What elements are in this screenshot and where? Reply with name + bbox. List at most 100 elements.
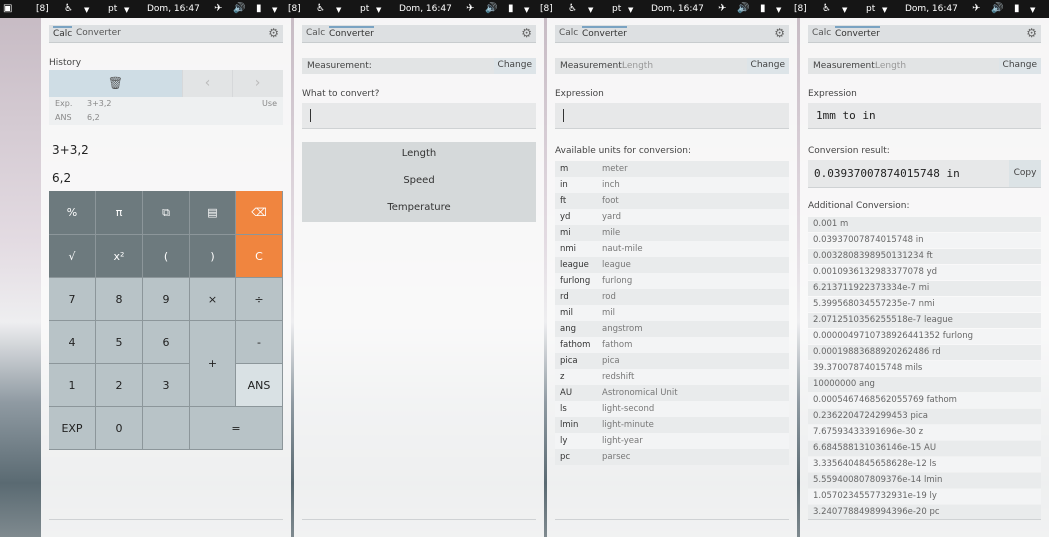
backspace-icon[interactable]: ⌫ bbox=[236, 191, 283, 235]
unit-symbol: fathom bbox=[560, 340, 591, 350]
clock[interactable]: Dom, 16:47 bbox=[147, 3, 200, 15]
history-value: 3+3,2 bbox=[87, 99, 112, 108]
conversion-row: 6.213711922373334e-7 mi bbox=[808, 281, 1041, 296]
unit-name: mil bbox=[602, 308, 616, 318]
text-cursor bbox=[310, 109, 311, 122]
zero-button[interactable]: 0 bbox=[96, 407, 143, 450]
airplane-icon[interactable]: ✈ bbox=[972, 2, 980, 15]
lparen-button[interactable]: ( bbox=[143, 235, 190, 278]
copy-icon[interactable]: ⧉ bbox=[143, 191, 190, 235]
minus-button[interactable]: - bbox=[236, 321, 283, 364]
use-button[interactable]: Use bbox=[262, 99, 277, 108]
tab-calc[interactable]: Calc bbox=[53, 26, 73, 39]
convert-input[interactable] bbox=[302, 103, 536, 129]
tab-converter[interactable]: Converter bbox=[835, 26, 880, 39]
history-row[interactable]: ANS 6,2 bbox=[49, 111, 283, 125]
chevron-down-icon[interactable]: ▼ bbox=[882, 4, 887, 17]
change-button[interactable]: Change bbox=[998, 58, 1041, 74]
six-button[interactable]: 6 bbox=[143, 321, 190, 364]
history-row[interactable]: Exp. 3+3,2 Use bbox=[49, 97, 283, 111]
chevron-down-icon[interactable]: ▼ bbox=[84, 4, 89, 17]
chevron-down-icon[interactable]: ▼ bbox=[1030, 4, 1035, 17]
tab-converter[interactable]: Converter bbox=[329, 26, 374, 39]
rparen-button[interactable]: ) bbox=[190, 235, 236, 278]
ans-button[interactable]: ANS bbox=[236, 364, 283, 407]
airplane-icon[interactable]: ✈ bbox=[214, 2, 222, 15]
volume-icon[interactable]: 🔊 bbox=[991, 2, 1003, 15]
chevron-down-icon[interactable]: ▼ bbox=[336, 4, 341, 17]
chevron-down-icon[interactable]: ▼ bbox=[842, 4, 847, 17]
gear-icon[interactable]: ⚙ bbox=[268, 26, 279, 40]
copy-button[interactable]: Copy bbox=[1009, 160, 1041, 187]
accessibility-icon[interactable]: ♿ bbox=[64, 2, 73, 15]
tab-converter[interactable]: Converter bbox=[76, 28, 121, 38]
tab-calc[interactable]: Calc bbox=[306, 28, 325, 38]
accessibility-icon[interactable]: ♿ bbox=[568, 2, 577, 15]
chevron-down-icon[interactable]: ▼ bbox=[588, 4, 593, 17]
workspace-indicator[interactable]: [8] bbox=[540, 3, 553, 15]
empty-key bbox=[143, 407, 190, 450]
multiply-button[interactable]: × bbox=[190, 278, 236, 321]
tab-converter[interactable]: Converter bbox=[582, 26, 627, 39]
five-button[interactable]: 5 bbox=[96, 321, 143, 364]
one-button[interactable]: 1 bbox=[49, 364, 96, 407]
square-button[interactable]: x² bbox=[96, 235, 143, 278]
window-icon[interactable]: ▣ bbox=[3, 2, 12, 15]
option-length[interactable]: Length bbox=[302, 148, 536, 159]
clear-button[interactable]: C bbox=[236, 235, 283, 278]
eight-button[interactable]: 8 bbox=[96, 278, 143, 321]
accessibility-icon[interactable]: ♿ bbox=[316, 2, 325, 15]
keyboard-layout[interactable]: pt bbox=[866, 3, 875, 15]
chevron-left-icon[interactable]: ‹ bbox=[182, 70, 232, 97]
keyboard-layout[interactable]: pt bbox=[360, 3, 369, 15]
trash-icon[interactable]: 🗑 bbox=[49, 70, 182, 97]
workspace-indicator[interactable]: [8] bbox=[36, 3, 49, 15]
clock[interactable]: Dom, 16:47 bbox=[399, 3, 452, 15]
clock[interactable]: Dom, 16:47 bbox=[651, 3, 704, 15]
battery-icon[interactable]: ▮ bbox=[1014, 2, 1020, 15]
change-button[interactable]: Change bbox=[746, 58, 789, 74]
four-button[interactable]: 4 bbox=[49, 321, 96, 364]
gear-icon[interactable]: ⚙ bbox=[1026, 26, 1037, 40]
gear-icon[interactable]: ⚙ bbox=[774, 26, 785, 40]
top-bar-segment: [8] ♿ ▼ pt ▼ Dom, 16:47 ✈ 🔊 ▮ ▼ bbox=[252, 0, 529, 18]
equals-button[interactable]: = bbox=[190, 407, 283, 450]
volume-icon[interactable]: 🔊 bbox=[233, 2, 245, 15]
chevron-right-icon[interactable]: › bbox=[232, 70, 282, 97]
option-temperature[interactable]: Temperature bbox=[302, 202, 536, 213]
chevron-down-icon[interactable]: ▼ bbox=[628, 4, 633, 17]
two-button[interactable]: 2 bbox=[96, 364, 143, 407]
keyboard-layout[interactable]: pt bbox=[612, 3, 621, 15]
expression-input[interactable] bbox=[555, 103, 789, 129]
tab-calc[interactable]: Calc bbox=[812, 28, 831, 38]
unit-name: mile bbox=[602, 228, 621, 238]
workspace-indicator[interactable]: [8] bbox=[288, 3, 301, 15]
change-button[interactable]: Change bbox=[493, 58, 536, 74]
volume-icon[interactable]: 🔊 bbox=[737, 2, 749, 15]
measurement-value: Length bbox=[622, 61, 654, 71]
volume-icon[interactable]: 🔊 bbox=[485, 2, 497, 15]
percent-button[interactable]: % bbox=[49, 191, 96, 235]
clock[interactable]: Dom, 16:47 bbox=[905, 3, 958, 15]
paste-icon[interactable]: ▤ bbox=[190, 191, 236, 235]
expression-input[interactable]: 3+3,2 bbox=[52, 143, 89, 157]
tab-calc[interactable]: Calc bbox=[559, 28, 578, 38]
chevron-down-icon[interactable]: ▼ bbox=[376, 4, 381, 17]
expression-input[interactable]: 1mm to in bbox=[808, 103, 1041, 129]
gear-icon[interactable]: ⚙ bbox=[521, 26, 532, 40]
chevron-down-icon[interactable]: ▼ bbox=[124, 4, 129, 17]
workspace-indicator[interactable]: [8] bbox=[794, 3, 807, 15]
airplane-icon[interactable]: ✈ bbox=[466, 2, 474, 15]
seven-button[interactable]: 7 bbox=[49, 278, 96, 321]
divide-button[interactable]: ÷ bbox=[236, 278, 283, 321]
nine-button[interactable]: 9 bbox=[143, 278, 190, 321]
accessibility-icon[interactable]: ♿ bbox=[822, 2, 831, 15]
pi-button[interactable]: π bbox=[96, 191, 143, 235]
option-speed[interactable]: Speed bbox=[302, 175, 536, 186]
exp-button[interactable]: EXP bbox=[49, 407, 96, 450]
keyboard-layout[interactable]: pt bbox=[108, 3, 117, 15]
sqrt-button[interactable]: √ bbox=[49, 235, 96, 278]
plus-button[interactable]: + bbox=[190, 321, 236, 407]
airplane-icon[interactable]: ✈ bbox=[718, 2, 726, 15]
three-button[interactable]: 3 bbox=[143, 364, 190, 407]
